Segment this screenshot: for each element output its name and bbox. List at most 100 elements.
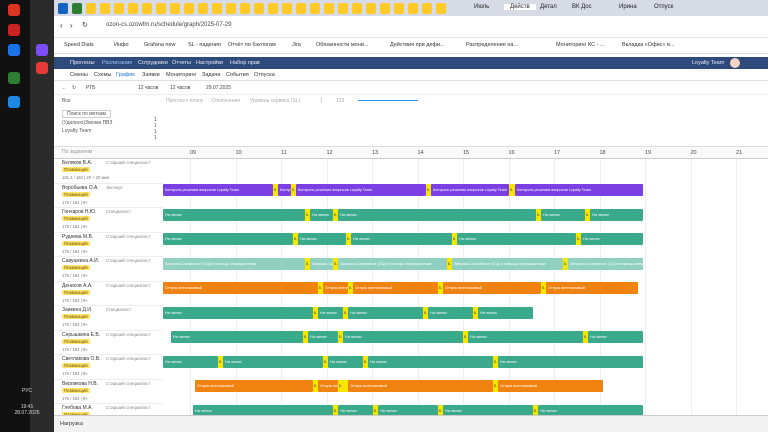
tab[interactable]: [366, 3, 376, 14]
shift-bar[interactable]: Отпуск внеплановый: [163, 282, 318, 294]
tab[interactable]: [170, 3, 180, 14]
nav-item[interactable]: Набор прав: [230, 60, 260, 66]
shift-bar[interactable]: На линии: [538, 404, 643, 415]
employee-row[interactable]: Серышкина Е.В. Старший специалист Плавающи…: [54, 330, 163, 355]
workspace-icon[interactable]: [36, 44, 48, 56]
shift-bar[interactable]: Отпуск внеплановый: [498, 380, 603, 392]
shift-bar[interactable]: Контроль решения вопросов Loyalty Team: [163, 184, 273, 196]
bookmark[interactable]: SL - падения: [188, 42, 221, 48]
tab[interactable]: [254, 3, 264, 14]
shift-bar[interactable]: На линии: [378, 404, 438, 415]
shift-bar[interactable]: На линии: [368, 355, 493, 368]
tab[interactable]: [240, 3, 250, 14]
shift-bar[interactable]: На линии: [590, 208, 643, 221]
tab[interactable]: [408, 3, 418, 14]
back-icon[interactable]: ‹: [60, 21, 63, 30]
load-label[interactable]: Нагрузка: [60, 421, 83, 427]
shift-bar[interactable]: На линии: [328, 355, 363, 368]
view-option[interactable]: 1: [320, 98, 323, 104]
subnav-item-active[interactable]: График: [116, 72, 135, 78]
group-item[interactable]: (Удалено)Звонки ПВЗ: [62, 120, 112, 126]
select-all-checkbox[interactable]: Все: [62, 98, 71, 104]
subnav-item[interactable]: Мониторинг: [166, 72, 197, 78]
bookmark[interactable]: Jira: [292, 42, 301, 48]
shift-bar[interactable]: На линии: [318, 306, 343, 319]
shift-bar[interactable]: На линии: [308, 331, 338, 343]
tab-title[interactable]: Детал: [540, 4, 557, 10]
subnav-item[interactable]: События: [226, 72, 249, 78]
app-icon[interactable]: [8, 24, 20, 36]
tab[interactable]: [380, 3, 390, 14]
tab-title[interactable]: Отпуск: [654, 4, 673, 10]
employee-row[interactable]: Руднева М.В. Старший специалист Плавающий 1…: [54, 232, 163, 257]
nav-item[interactable]: Прогнозы: [70, 60, 95, 66]
word-icon[interactable]: [8, 96, 20, 108]
shift-bar[interactable]: На линии: [338, 208, 536, 221]
employee-row[interactable]: Воробьева О.А. Эксперт Плавающий 176 / 184 …: [54, 183, 163, 208]
shift-bar[interactable]: Запросы Compliance (СЦ) в помощь операци…: [452, 257, 563, 270]
tab[interactable]: [128, 3, 138, 14]
employee-row[interactable]: Гончаров Н.Ю. Специалист Плавающий 176 / 18…: [54, 208, 163, 233]
bookmark[interactable]: Мониторинг КС - ...: [556, 42, 605, 48]
shift-bar[interactable]: Контроль решения вопросов Loyalty Team: [278, 184, 291, 196]
tab[interactable]: [338, 3, 348, 14]
shift-bar[interactable]: На линии: [310, 208, 333, 221]
app-icon[interactable]: [8, 44, 20, 56]
shift-bar[interactable]: На линии: [443, 404, 533, 415]
tab-title[interactable]: Ирина: [619, 4, 637, 10]
employee-row[interactable]: Заикина Д.И. Специалист Плавающий 176 / 184…: [54, 306, 163, 331]
tab[interactable]: [268, 3, 278, 14]
view-option[interactable]: Прогноз к плану: [166, 98, 203, 104]
team-label[interactable]: Loyalty Team: [692, 60, 724, 66]
shift-bar[interactable]: На линии: [581, 233, 643, 245]
shift-bar[interactable]: Отпуск внеплановый: [443, 282, 541, 294]
shift-bar[interactable]: Отпуск внеплановый: [546, 282, 638, 294]
shift-bar[interactable]: Контроль решения вопросов Loyalty Team: [431, 184, 509, 196]
subnav-item[interactable]: Отпуска: [254, 72, 275, 78]
tab[interactable]: [422, 3, 432, 14]
lang-indicator[interactable]: РУС: [0, 388, 54, 394]
employee-row[interactable]: Верликова Н.В. Старший специалист Плавающи…: [54, 379, 163, 404]
shift-bar[interactable]: На линии: [457, 233, 576, 245]
tab[interactable]: [394, 3, 404, 14]
zoom-select[interactable]: 12 часов: [138, 85, 158, 91]
range-slider[interactable]: [358, 100, 418, 101]
shift-bar[interactable]: Запросы Compliance (СЦ) в помощь операци…: [338, 257, 447, 270]
shift-bar[interactable]: На линии: [163, 208, 305, 221]
bookmark[interactable]: Speed Dials: [64, 42, 94, 48]
tab[interactable]: [184, 3, 194, 14]
shift-bar[interactable]: Контроль решения вопросов Loyalty Team: [296, 184, 426, 196]
employee-row[interactable]: Беляков В.А. Старший специалист Плавающий 1…: [54, 159, 163, 184]
shift-bar[interactable]: На линии: [428, 306, 473, 319]
subnav-item[interactable]: Задачи: [202, 72, 220, 78]
shift-bar[interactable]: На линии: [348, 306, 423, 319]
group-item[interactable]: Loyalty Team: [62, 128, 91, 134]
date[interactable]: 28.07.2025: [0, 410, 54, 416]
tab[interactable]: [282, 3, 292, 14]
back-arrow-icon[interactable]: ←: [62, 85, 67, 91]
subnav-item[interactable]: Смены: [70, 72, 88, 78]
employee-row[interactable]: Савушкина А.И. Старший специалист Плавающи…: [54, 257, 163, 282]
excel-icon[interactable]: [8, 72, 20, 84]
tab[interactable]: [324, 3, 334, 14]
shift-bar[interactable]: На линии: [193, 404, 333, 415]
tab-title[interactable]: Действ: [504, 4, 536, 10]
shift-bar[interactable]: На линии: [478, 306, 533, 319]
nav-item[interactable]: Сотрудники: [138, 60, 168, 66]
tab[interactable]: [142, 3, 152, 14]
bookmark[interactable]: Инфо: [114, 42, 129, 48]
tab[interactable]: [156, 3, 166, 14]
shift-bar[interactable]: На линии: [163, 306, 313, 319]
shift-bar[interactable]: Отпуск внеплановый: [348, 380, 493, 392]
subnav-item[interactable]: Схемы: [94, 72, 111, 78]
bookmark[interactable]: Обязанности мони...: [316, 42, 368, 48]
shift-bar[interactable]: Запросы Compliance (СЦ) в помощь операци…: [310, 257, 333, 270]
refresh-icon[interactable]: ↻: [72, 85, 76, 91]
tab[interactable]: [226, 3, 236, 14]
rtb-button[interactable]: РТБ: [86, 85, 95, 91]
shift-bar[interactable]: На линии: [468, 331, 583, 343]
tab[interactable]: [198, 3, 208, 14]
nav-item[interactable]: Настройки: [196, 60, 223, 66]
tag-search-input[interactable]: Поиск по меткам: [62, 110, 111, 118]
employee-row[interactable]: Денисов А.А. Старший специалист Плавающий 1…: [54, 281, 163, 306]
